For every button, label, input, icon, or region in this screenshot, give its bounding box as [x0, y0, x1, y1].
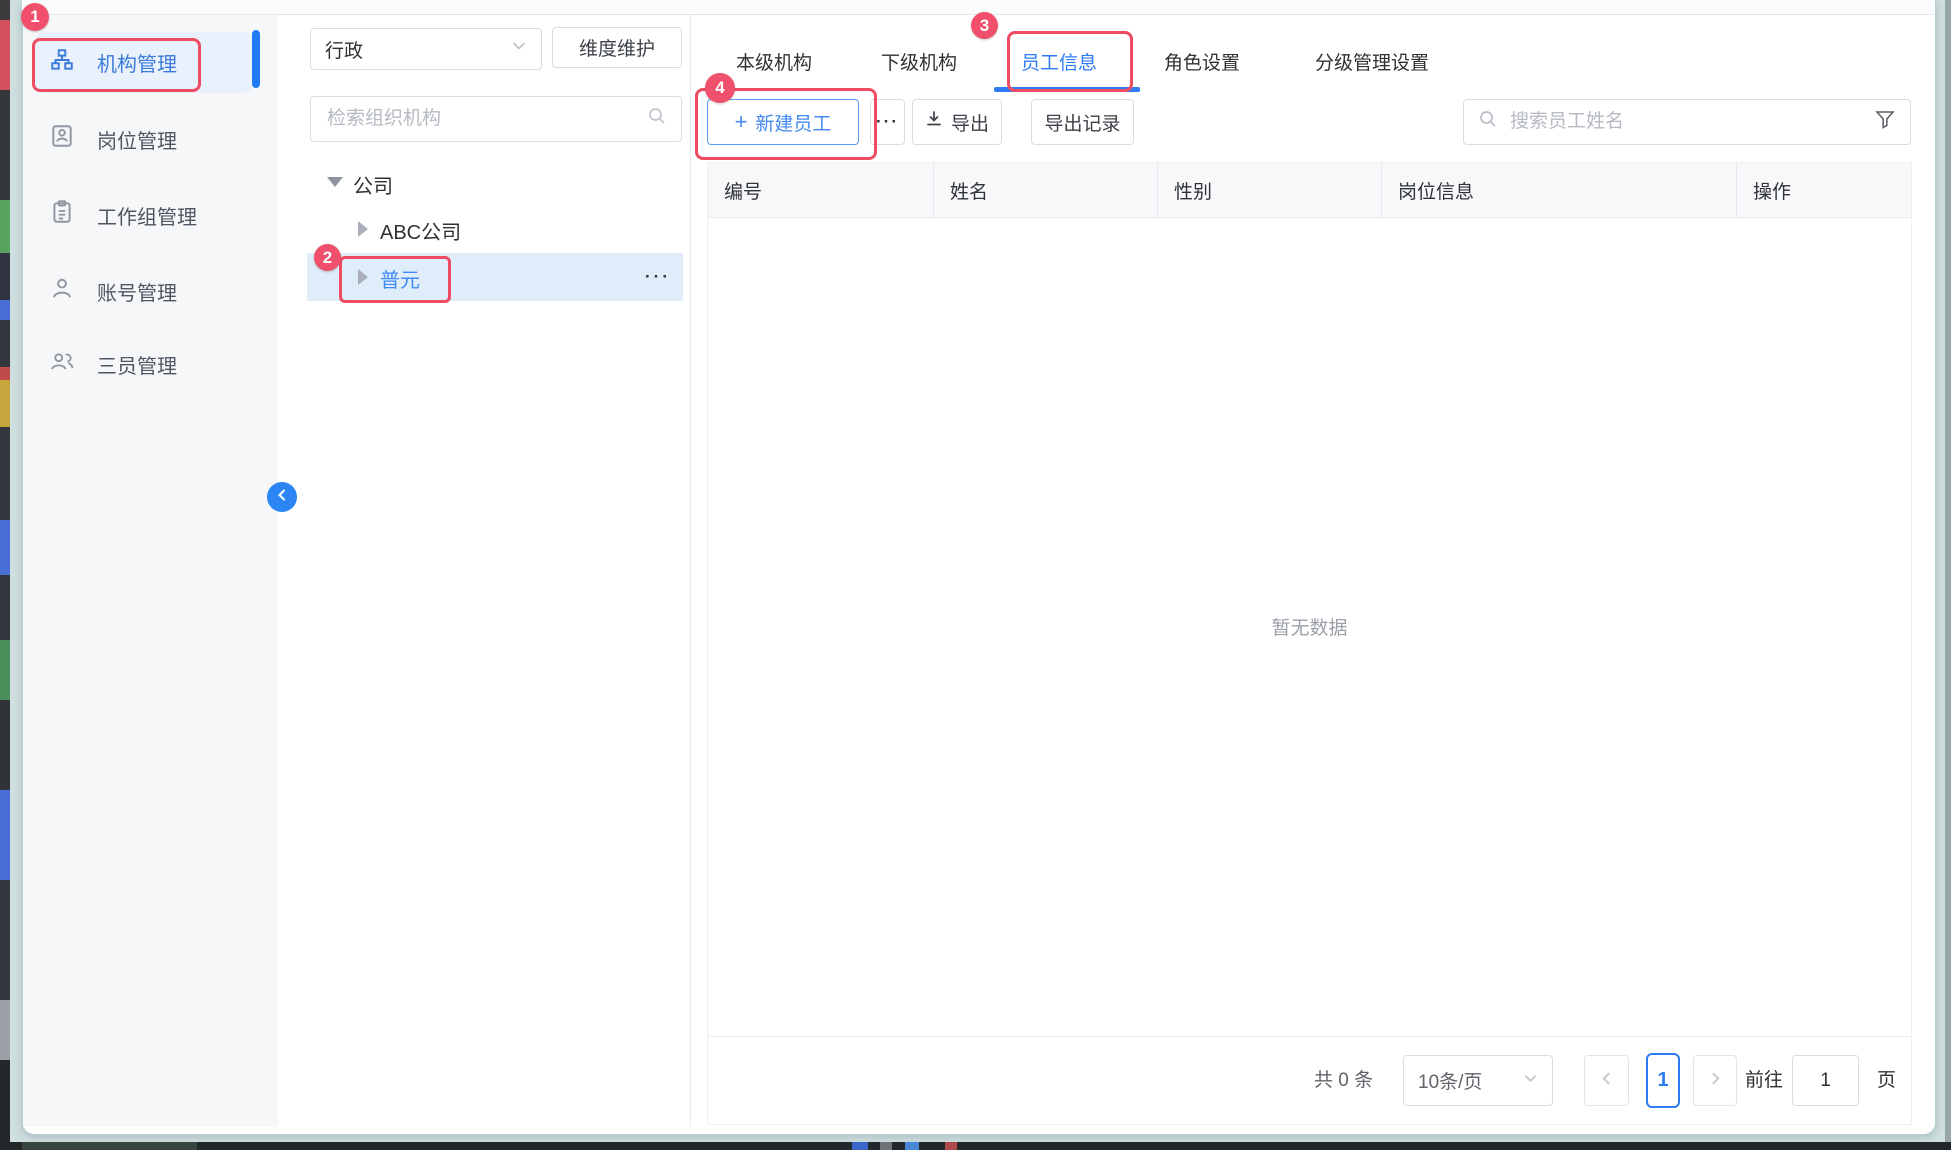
chevron-right-icon — [1708, 1070, 1723, 1092]
org-search-field — [310, 96, 682, 142]
sidebar-item-label: 三员管理 — [97, 350, 177, 379]
prev-page-button[interactable] — [1584, 1055, 1629, 1106]
tree-node-company[interactable]: 公司 — [353, 170, 393, 199]
tab-role-settings[interactable]: 角色设置 — [1164, 48, 1240, 75]
dimension-select-value: 行政 — [325, 36, 363, 63]
employee-table: 编号 姓名 性别 岗位信息 操作 暂无数据 共 0 条 10条/页 — [707, 162, 1912, 1125]
page-size-value: 10条/页 — [1418, 1067, 1482, 1094]
search-icon — [1478, 109, 1498, 135]
employee-search-field — [1463, 99, 1911, 145]
id-badge-icon — [49, 123, 75, 155]
search-icon — [647, 106, 667, 132]
sidebar-item-account-management[interactable]: 账号管理 — [35, 263, 253, 319]
filter-icon[interactable] — [1874, 108, 1896, 136]
column-header-gender: 性别 — [1158, 163, 1382, 217]
export-label: 导出 — [951, 109, 989, 136]
page-size-select[interactable]: 10条/页 — [1403, 1055, 1553, 1106]
table-header-row: 编号 姓名 性别 岗位信息 操作 — [708, 163, 1911, 218]
active-tab-underline — [994, 87, 1140, 92]
chevron-down-icon — [1523, 1070, 1538, 1092]
export-button[interactable]: 导出 — [912, 99, 1002, 145]
goto-label: 前往 — [1745, 1055, 1783, 1106]
ellipsis-icon: ··· — [876, 112, 899, 132]
tree-node-more-button[interactable]: ··· — [645, 267, 671, 287]
collapse-panel-button[interactable] — [267, 482, 297, 512]
next-page-button[interactable] — [1693, 1055, 1737, 1106]
tab-current-org[interactable]: 本级机构 — [736, 48, 812, 75]
sidebar-panel — [23, 15, 278, 1127]
column-header-name: 姓名 — [934, 163, 1158, 217]
panel-divider — [690, 15, 691, 1127]
more-actions-button[interactable]: ··· — [870, 99, 905, 145]
current-page-button[interactable]: 1 — [1646, 1053, 1680, 1108]
sidebar-item-label: 工作组管理 — [97, 201, 197, 230]
caret-down-icon[interactable] — [327, 177, 343, 187]
chevron-left-icon — [1599, 1070, 1614, 1092]
caret-right-icon[interactable] — [358, 269, 368, 285]
tab-sub-org[interactable]: 下级机构 — [881, 48, 957, 75]
tree-node-puyuan[interactable]: 普元 — [380, 264, 420, 293]
org-search-input[interactable] — [325, 107, 629, 131]
taskbar-icon-sliver — [852, 1142, 868, 1150]
sidebar-item-org-management[interactable]: 机构管理 — [35, 32, 253, 93]
sidebar-item-label: 机构管理 — [97, 48, 177, 77]
download-icon — [925, 110, 943, 134]
column-header-id: 编号 — [708, 163, 934, 217]
dimension-select[interactable]: 行政 — [310, 28, 542, 70]
sidebar-item-label: 岗位管理 — [97, 125, 177, 154]
new-employee-label: 新建员工 — [755, 109, 831, 136]
new-employee-button[interactable]: + 新建员工 — [707, 99, 859, 145]
sidebar-item-label: 账号管理 — [97, 277, 177, 306]
taskbar-icon-sliver — [905, 1142, 919, 1150]
person-icon — [49, 275, 75, 307]
goto-page-input[interactable] — [1792, 1055, 1859, 1106]
pagination-bar: 共 0 条 10条/页 1 — [708, 1036, 1911, 1124]
taskbar-icon-sliver — [945, 1142, 957, 1150]
org-chart-icon — [49, 47, 75, 79]
taskbar-strip — [0, 1142, 1951, 1150]
total-count-text: 共 0 条 — [1314, 1055, 1373, 1106]
employee-search-input[interactable] — [1508, 110, 1864, 134]
plus-icon: + — [735, 112, 748, 132]
tree-node-abc-company[interactable]: ABC公司 — [380, 216, 461, 245]
export-log-button[interactable]: 导出记录 — [1031, 99, 1134, 145]
column-header-actions: 操作 — [1737, 163, 1911, 217]
clipboard-icon — [49, 199, 75, 231]
sidebar-item-post-management[interactable]: 岗位管理 — [35, 111, 253, 167]
page-unit-label: 页 — [1877, 1055, 1896, 1106]
panel-accent-bar — [252, 30, 260, 88]
taskbar-segment — [22, 1142, 197, 1150]
people-icon — [49, 348, 75, 380]
tab-level-management-settings[interactable]: 分级管理设置 — [1315, 48, 1429, 75]
chevron-down-icon — [511, 38, 527, 60]
column-header-post: 岗位信息 — [1382, 163, 1737, 217]
desktop-edge-strip — [0, 0, 10, 1150]
empty-state-text: 暂无数据 — [708, 613, 1911, 640]
chevron-left-icon — [275, 488, 289, 507]
caret-right-icon[interactable] — [358, 221, 368, 237]
app-screen: 机构管理 岗位管理 工作组管理 账号管理 — [0, 0, 1951, 1150]
screen-right-edge — [1945, 0, 1951, 1150]
sidebar-item-workgroup-management[interactable]: 工作组管理 — [35, 187, 253, 243]
sidebar-item-three-roles-management[interactable]: 三员管理 — [35, 336, 253, 392]
taskbar-icon-sliver — [880, 1142, 892, 1150]
dimension-maintain-button[interactable]: 维度维护 — [552, 27, 682, 68]
window-top-strip — [22, 0, 1934, 15]
tab-employee-info[interactable]: 员工信息 — [1021, 48, 1097, 75]
